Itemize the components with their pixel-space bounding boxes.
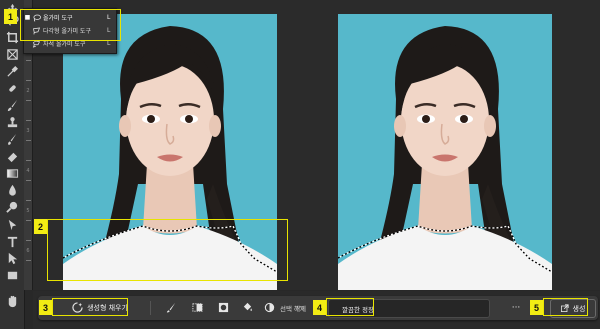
tools-panel <box>0 0 25 329</box>
invert-selection-button[interactable] <box>214 299 232 317</box>
frame-icon[interactable] <box>3 47 21 62</box>
paint-bucket-icon <box>242 302 253 315</box>
mask-icon <box>218 302 229 315</box>
eyedropper-icon[interactable] <box>3 64 21 79</box>
hand-icon[interactable] <box>3 294 21 309</box>
flyout-item-shortcut: L <box>107 40 111 47</box>
crop-icon[interactable] <box>3 30 21 45</box>
step-badge: 4 <box>313 300 326 315</box>
spot-healing-icon[interactable] <box>3 81 21 96</box>
select-subject-button[interactable] <box>162 299 180 317</box>
ruler-label: 2 <box>26 88 30 94</box>
step-badge: 1 <box>4 9 17 24</box>
highlight-box-3 <box>52 298 128 316</box>
highlight-box-2 <box>47 219 288 281</box>
result-photo[interactable] <box>338 14 552 290</box>
adjustment-button[interactable] <box>260 299 278 317</box>
highlight-box-4 <box>326 298 374 316</box>
highlight-box-1 <box>20 9 121 41</box>
step-badge: 3 <box>39 300 52 315</box>
ruler-label: 5 <box>26 208 30 214</box>
ruler-label: 3 <box>26 128 30 134</box>
clone-stamp-icon[interactable] <box>3 115 21 130</box>
brush-icon[interactable] <box>3 98 21 113</box>
more-icon: ··· <box>511 303 521 313</box>
type-icon[interactable] <box>3 234 21 249</box>
ruler-label: 4 <box>26 168 30 174</box>
deselect-label[interactable]: 선택 해제 <box>280 303 306 313</box>
portrait-image <box>338 26 552 290</box>
step-badge: 2 <box>34 219 47 234</box>
path-select-icon[interactable] <box>3 251 21 266</box>
blur-icon[interactable] <box>3 183 21 198</box>
eraser-icon[interactable] <box>3 149 21 164</box>
highlight-box-5 <box>543 298 588 316</box>
step-badge: 5 <box>530 300 543 315</box>
history-brush-icon[interactable] <box>3 132 21 147</box>
ruler-label: 6 <box>26 248 30 254</box>
adjustment-layer-icon <box>264 302 275 315</box>
gradient-icon[interactable] <box>3 166 21 181</box>
brush-select-icon <box>166 302 177 315</box>
modify-selection-button[interactable] <box>188 299 206 317</box>
pen-icon[interactable] <box>3 217 21 232</box>
rectangle-icon[interactable] <box>3 268 21 283</box>
dodge-icon[interactable] <box>3 200 21 215</box>
more-options-button[interactable]: ··· <box>508 299 524 317</box>
fill-button[interactable] <box>238 299 256 317</box>
modify-selection-icon <box>191 302 203 315</box>
